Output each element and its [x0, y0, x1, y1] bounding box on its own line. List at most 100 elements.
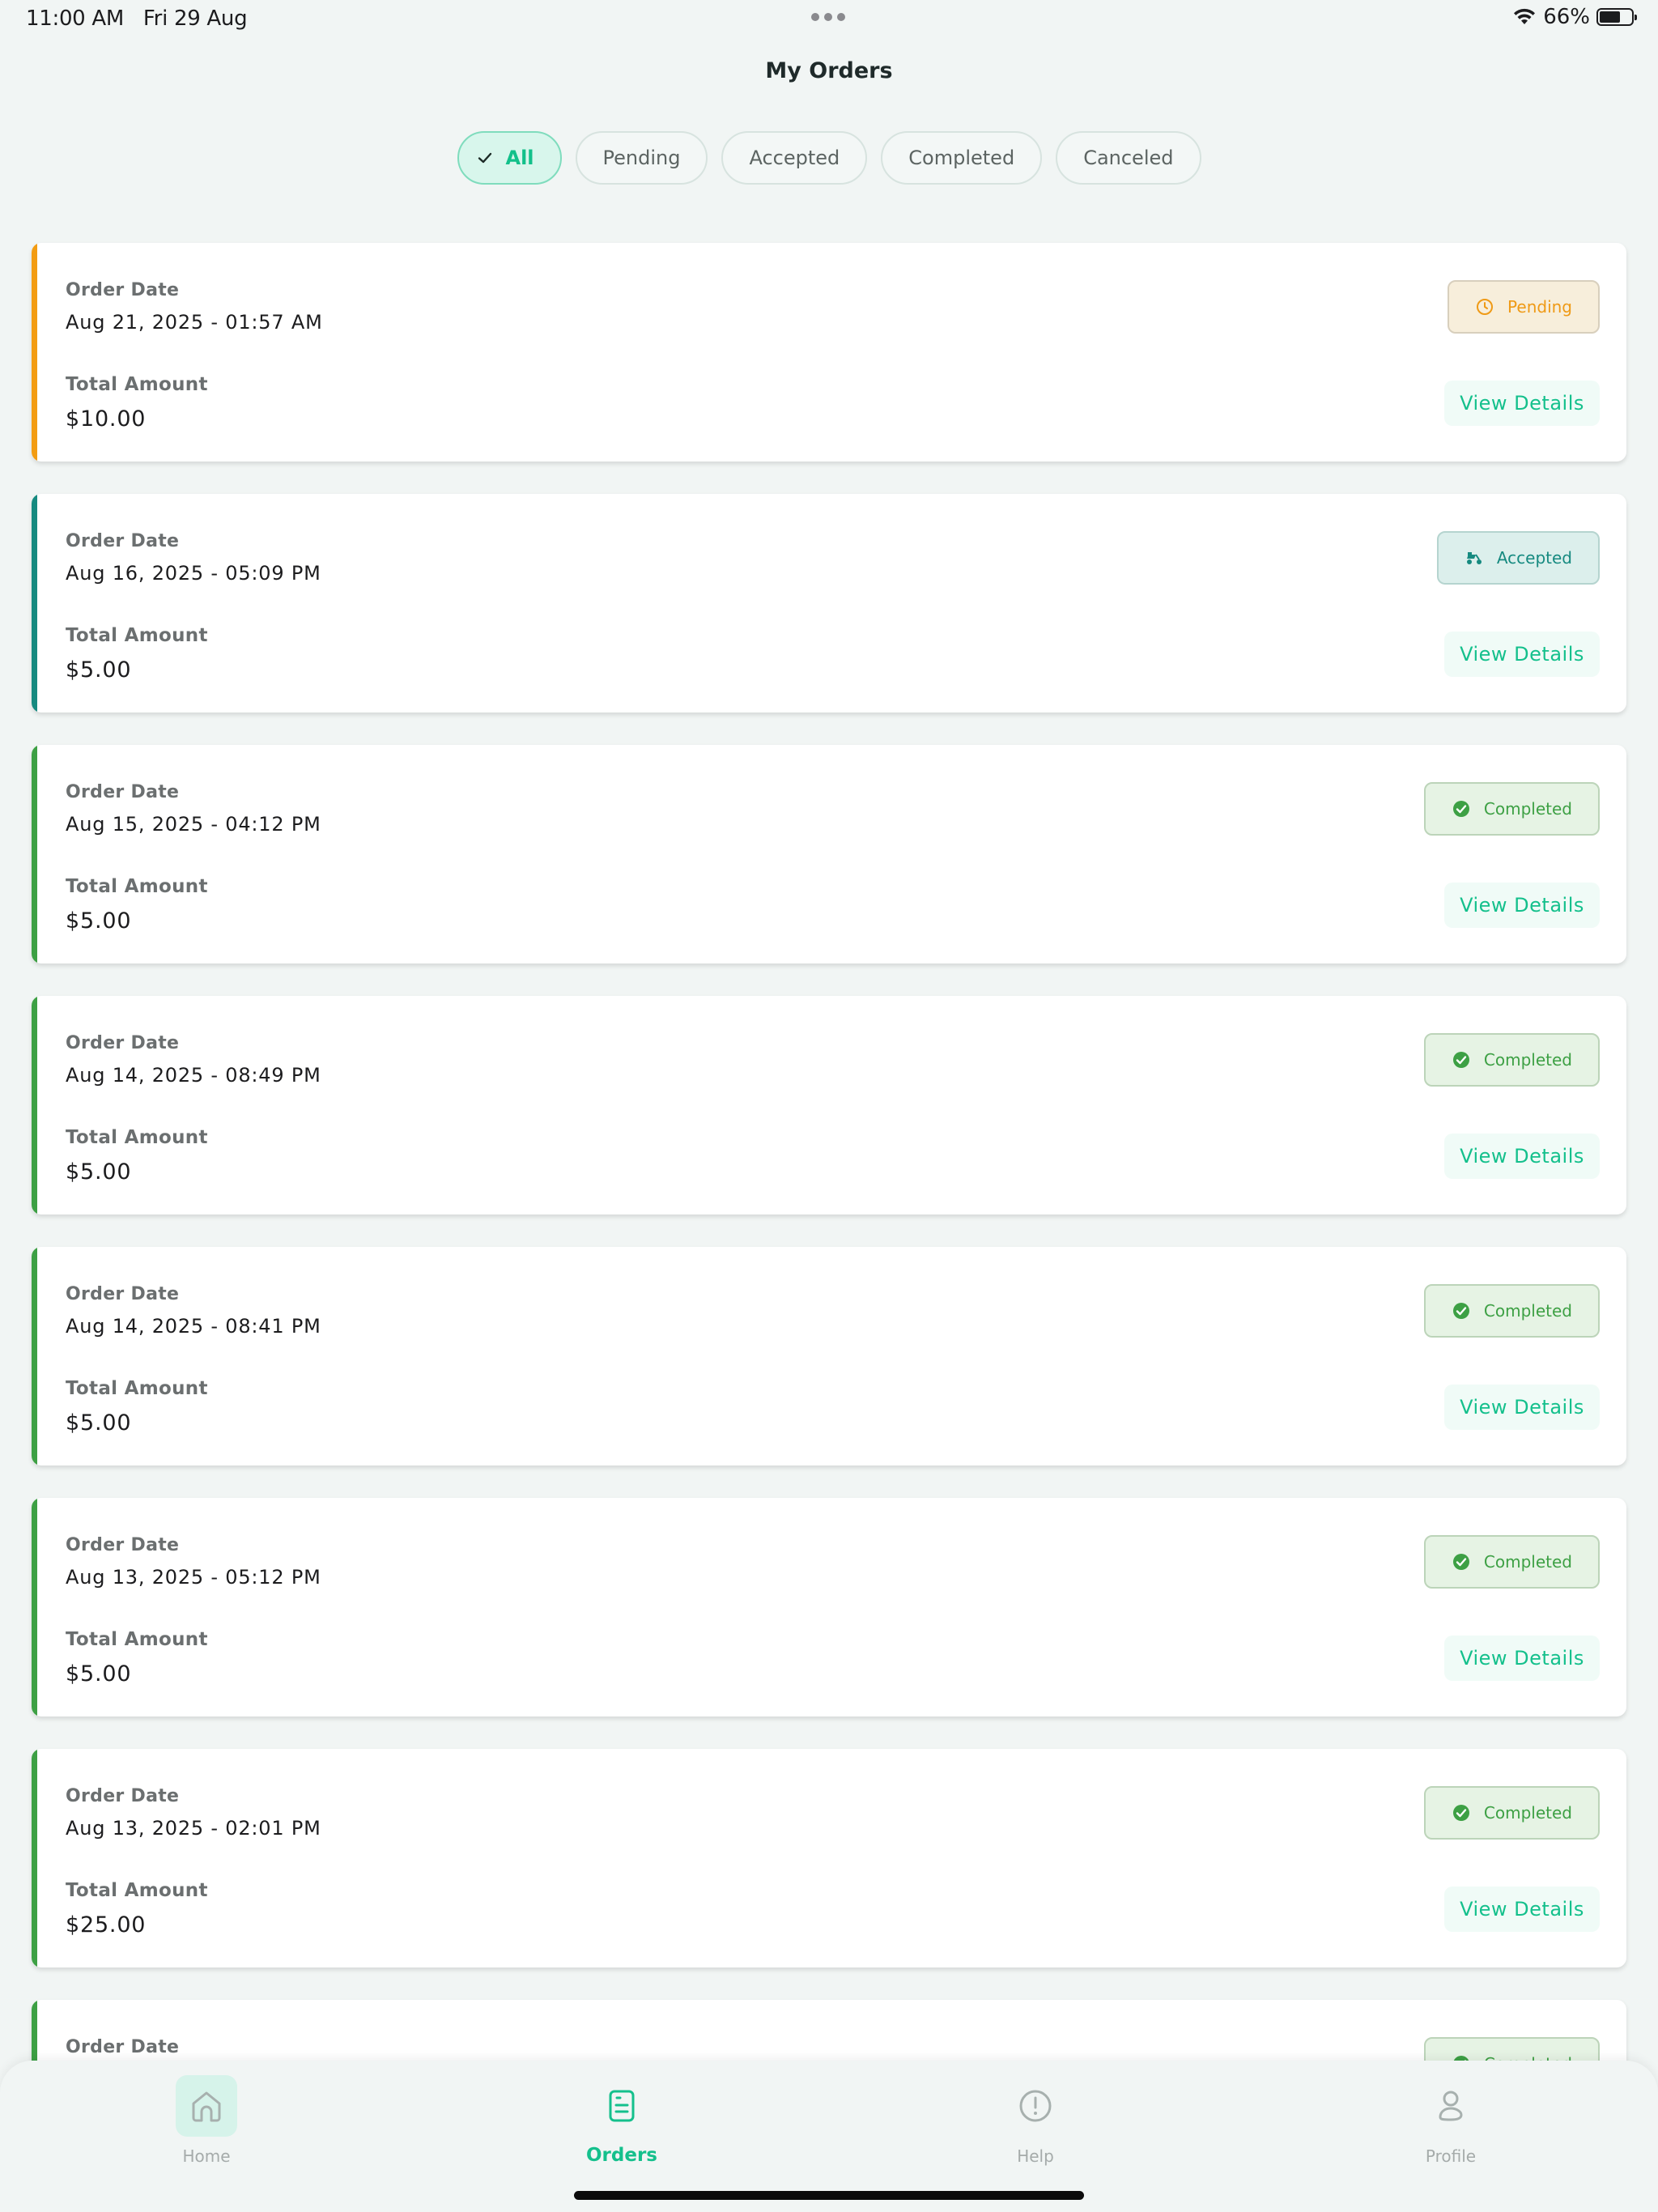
- status-filter-bar: All Pending Accepted Completed Canceled: [0, 131, 1658, 185]
- status-accent-bar: [32, 745, 37, 963]
- filter-chip-all[interactable]: All: [457, 131, 562, 185]
- view-details-button[interactable]: View Details: [1444, 1385, 1600, 1430]
- order-card[interactable]: Order Date Aug 14, 2025 - 08:41 PM Total…: [32, 1247, 1626, 1465]
- filter-chip-label: Canceled: [1083, 147, 1174, 169]
- total-amount-value: $5.00: [66, 1410, 132, 1436]
- status-badge-label: Pending: [1507, 297, 1572, 317]
- tab-label: Orders: [586, 2145, 657, 2166]
- order-date-value: Aug 14, 2025 - 08:41 PM: [66, 1315, 321, 1338]
- status-time: 11:00 AM Fri 29 Aug: [26, 6, 248, 31]
- status-badge: Completed: [1423, 1535, 1600, 1589]
- tab-help[interactable]: Help: [954, 2075, 1116, 2166]
- status-badge-label: Completed: [1483, 1050, 1572, 1070]
- order-card[interactable]: Order Date Aug 15, 2025 - 04:12 PM Total…: [32, 745, 1626, 963]
- status-accent-bar: [32, 1247, 37, 1465]
- check-circle-icon: [1452, 799, 1471, 819]
- order-date-label: Order Date: [66, 1786, 180, 1806]
- order-card[interactable]: Order Date Aug 13, 2025 - 02:01 PM Total…: [32, 1749, 1626, 1967]
- wifi-icon: [1514, 8, 1536, 24]
- filter-chip-label: Pending: [602, 147, 681, 169]
- orders-icon-container: [591, 2075, 653, 2137]
- page-title: My Orders: [765, 58, 893, 83]
- order-card[interactable]: Order Date Aug 14, 2025 - 08:49 PM Total…: [32, 996, 1626, 1214]
- check-circle-icon: [1452, 1803, 1471, 1823]
- home-icon: [192, 2091, 221, 2122]
- order-date-label: Order Date: [66, 1535, 180, 1555]
- bottom-tab-bar: Home Orders Help Profile: [0, 2061, 1658, 2212]
- battery-percent: 66%: [1543, 5, 1590, 29]
- total-amount-label: Total Amount: [66, 1127, 208, 1148]
- status-badge: Completed: [1423, 1786, 1600, 1840]
- order-date-value: Aug 15, 2025 - 04:12 PM: [66, 813, 321, 836]
- status-right: 66%: [1512, 5, 1637, 29]
- tab-profile[interactable]: Profile: [1370, 2075, 1532, 2166]
- filter-chip-label: All: [505, 147, 534, 169]
- filter-chip-accepted[interactable]: Accepted: [721, 131, 868, 185]
- view-details-button[interactable]: View Details: [1444, 883, 1600, 928]
- help-icon-container: [1005, 2075, 1066, 2137]
- order-date-label: Order Date: [66, 1284, 180, 1304]
- total-amount-label: Total Amount: [66, 625, 208, 646]
- order-date-label: Order Date: [66, 2037, 180, 2057]
- view-details-button[interactable]: View Details: [1444, 1887, 1600, 1932]
- total-amount-label: Total Amount: [66, 1629, 208, 1650]
- status-clock: 11:00 AM: [26, 6, 125, 31]
- status-accent-bar: [32, 494, 37, 713]
- tab-label: Help: [1017, 2146, 1054, 2166]
- order-date-label: Order Date: [66, 782, 180, 802]
- status-badge: Accepted: [1436, 531, 1600, 585]
- filter-chip-pending[interactable]: Pending: [575, 131, 708, 185]
- user-icon: [1439, 2091, 1463, 2121]
- total-amount-value: $5.00: [66, 657, 132, 683]
- order-date-value: Aug 14, 2025 - 08:49 PM: [66, 1064, 321, 1087]
- status-badge-label: Completed: [1483, 1552, 1572, 1572]
- status-accent-bar: [32, 1749, 37, 1967]
- order-card[interactable]: Order Date Aug 21, 2025 - 01:57 AM Total…: [32, 243, 1626, 462]
- filter-chip-canceled[interactable]: Canceled: [1056, 131, 1201, 185]
- order-date-value: Aug 16, 2025 - 05:09 PM: [66, 562, 321, 585]
- clock-icon: [1475, 297, 1494, 317]
- order-date-label: Order Date: [66, 531, 180, 551]
- total-amount-value: $5.00: [66, 908, 132, 934]
- order-date-value: Aug 21, 2025 - 01:57 AM: [66, 311, 323, 334]
- view-details-button[interactable]: View Details: [1444, 1134, 1600, 1179]
- order-date-label: Order Date: [66, 280, 180, 300]
- check-circle-icon: [1452, 1050, 1471, 1070]
- alert-circle-icon: [1019, 2090, 1052, 2122]
- filter-chip-label: Accepted: [749, 147, 840, 169]
- tab-orders[interactable]: Orders: [541, 2075, 703, 2166]
- total-amount-value: $10.00: [66, 406, 147, 432]
- status-badge: Completed: [1423, 782, 1600, 836]
- orders-screen: 11:00 AM Fri 29 Aug 66% My Orders All Pe…: [0, 0, 1658, 2212]
- status-bar: 11:00 AM Fri 29 Aug 66%: [0, 0, 1658, 39]
- order-card[interactable]: Order Date Aug 16, 2025 - 05:09 PM Total…: [32, 494, 1626, 713]
- multitasking-dots-icon[interactable]: [811, 13, 845, 21]
- order-card[interactable]: Order Date Aug 13, 2025 - 05:12 PM Total…: [32, 1498, 1626, 1716]
- total-amount-label: Total Amount: [66, 876, 208, 897]
- check-circle-icon: [1452, 1301, 1471, 1321]
- home-indicator[interactable]: [574, 2191, 1084, 2200]
- order-date-label: Order Date: [66, 1033, 180, 1053]
- profile-icon-container: [1420, 2075, 1482, 2137]
- check-circle-icon: [1452, 1552, 1471, 1572]
- total-amount-label: Total Amount: [66, 374, 208, 395]
- check-icon: [478, 152, 491, 164]
- total-amount-label: Total Amount: [66, 1880, 208, 1901]
- scooter-icon: [1465, 548, 1484, 568]
- status-accent-bar: [32, 1498, 37, 1716]
- view-details-button[interactable]: View Details: [1444, 632, 1600, 677]
- home-icon-container: [176, 2075, 237, 2137]
- orders-list: Order Date Aug 21, 2025 - 01:57 AM Total…: [32, 243, 1626, 2212]
- tab-label: Profile: [1425, 2146, 1477, 2166]
- status-badge: Completed: [1423, 1284, 1600, 1338]
- tab-label: Home: [182, 2146, 231, 2166]
- status-accent-bar: [32, 996, 37, 1214]
- filter-chip-completed[interactable]: Completed: [881, 131, 1043, 185]
- status-date: Fri 29 Aug: [142, 6, 248, 31]
- order-date-value: Aug 13, 2025 - 02:01 PM: [66, 1817, 321, 1840]
- view-details-button[interactable]: View Details: [1444, 1636, 1600, 1681]
- status-badge-label: Accepted: [1496, 548, 1572, 568]
- status-badge: Completed: [1423, 1033, 1600, 1087]
- tab-home[interactable]: Home: [125, 2075, 287, 2166]
- view-details-button[interactable]: View Details: [1444, 381, 1600, 426]
